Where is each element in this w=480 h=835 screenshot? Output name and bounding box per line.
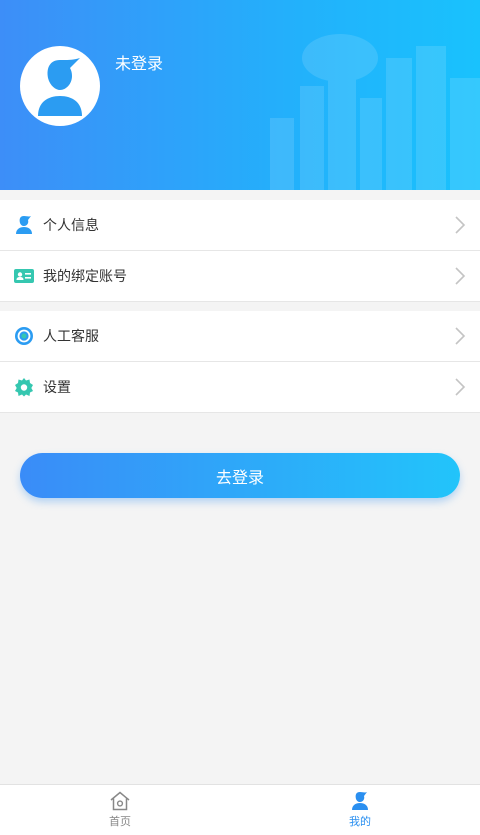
profile-header: 未登录 bbox=[0, 0, 480, 190]
menu-item-settings[interactable]: 设置 bbox=[0, 362, 480, 413]
menu-item-label: 我的绑定账号 bbox=[43, 269, 127, 285]
chevron-right-icon bbox=[455, 267, 466, 285]
city-skyline-decoration bbox=[270, 34, 480, 190]
headset-icon bbox=[14, 326, 34, 346]
menu-item-label: 人工客服 bbox=[43, 329, 99, 345]
menu-group-support: 人工客服 设置 bbox=[0, 311, 480, 413]
home-icon bbox=[110, 791, 130, 811]
chevron-right-icon bbox=[455, 216, 466, 234]
tab-label: 我的 bbox=[349, 815, 371, 828]
tab-mine[interactable]: 我的 bbox=[240, 785, 480, 835]
gear-icon bbox=[14, 377, 34, 397]
user-avatar-icon bbox=[38, 58, 82, 116]
username-label: 未登录 bbox=[115, 54, 164, 73]
menu-item-bound-accounts[interactable]: 我的绑定账号 bbox=[0, 251, 480, 302]
tab-home[interactable]: 首页 bbox=[0, 785, 240, 835]
menu-item-label: 设置 bbox=[43, 380, 71, 396]
menu-item-customer-service[interactable]: 人工客服 bbox=[0, 311, 480, 362]
person-icon bbox=[352, 792, 368, 810]
menu-item-label: 个人信息 bbox=[43, 218, 99, 234]
person-icon bbox=[14, 215, 34, 235]
chevron-right-icon bbox=[455, 327, 466, 345]
login-button[interactable]: 去登录 bbox=[20, 453, 460, 498]
menu-group-account: 个人信息 我的绑定账号 bbox=[0, 200, 480, 302]
tab-label: 首页 bbox=[109, 815, 131, 828]
menu-item-personal-info[interactable]: 个人信息 bbox=[0, 200, 480, 251]
bottom-tab-bar: 首页 我的 bbox=[0, 784, 480, 835]
avatar[interactable] bbox=[20, 46, 100, 126]
chevron-right-icon bbox=[455, 378, 466, 396]
id-card-icon bbox=[14, 266, 34, 286]
